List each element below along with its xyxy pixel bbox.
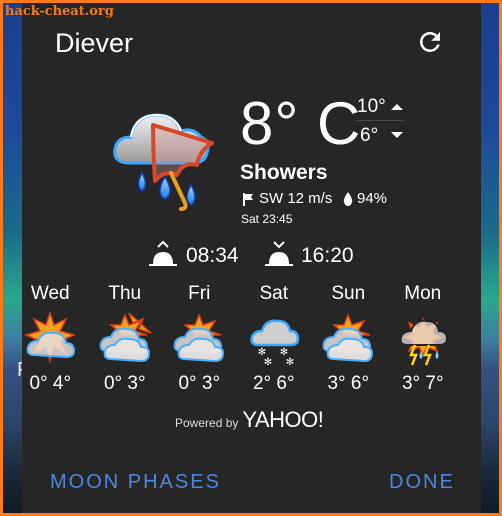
updated-time: Sat 23:45 [241,212,293,226]
humidity-info: 94% [343,190,387,207]
day-name: Wed [30,283,70,304]
partly-cloudy-sun-icon [24,311,77,364]
day-high: 3° [127,373,146,394]
forecast-day: Sun 3° 6° [311,283,386,395]
wind-value: SW 12 m/s [259,190,333,207]
location-title: Diever [55,28,134,58]
forecast-day: Thu 0° 3° [88,283,163,395]
divider [356,120,404,121]
day-temps: 3° 6° [311,373,386,395]
day-temps: 2° 6° [237,373,312,395]
mostly-cloudy-sun-icon [99,312,152,363]
sunset-time: 16:20 [301,244,354,267]
thunderstorm-icon [399,317,448,366]
svg-text:✻: ✻ [286,357,294,367]
forecast-row: Wed 0° 4° Thu 0° 3° Fri 0° 3° Sat ✻ ✻ ✻ … [13,283,493,395]
mostly-cloudy-sun-icon [173,312,225,363]
day-temps: 0° 3° [162,373,237,395]
day-low: 0° [29,373,48,394]
forecast-day: Wed 0° 4° [13,283,88,395]
powered-by-yahoo[interactable]: Powered by YAHOO! [175,407,324,433]
day-high: 6° [276,373,295,394]
day-high: 6° [350,373,370,394]
day-name: Thu [108,283,142,304]
condition-text: Showers [240,161,328,184]
sunset-icon [265,241,293,266]
high-temperature: 10° [357,96,386,117]
arrow-down-icon [391,132,403,138]
arrow-up-icon [391,104,403,110]
watermark: hack-cheat.org [5,4,114,19]
flag-icon [243,192,253,206]
day-low: 0° [103,373,123,394]
mostly-cloudy-sun-icon [322,312,374,363]
sunrise-time: 08:34 [186,244,239,267]
weather-dialog: Diever 8° C 10° 6° Showers SW 12 m/s 94%… [22,3,481,513]
wind-info: SW 12 m/s [241,190,332,207]
humidity-value: 94% [357,190,388,207]
showers-umbrella-icon [113,113,214,211]
water-drop-icon [343,191,353,206]
temperature-value: 8° [240,90,300,157]
forecast-day: Mon 3° 7° [386,283,461,395]
done-button[interactable]: DONE [389,471,455,494]
sunrise-icon [149,240,177,266]
temperature-unit: C [317,90,362,157]
snow-cloud-icon: ✻ ✻ ✻ ✻ [250,319,300,367]
powered-by-label: Powered by [175,416,239,430]
svg-text:✻: ✻ [264,357,272,367]
day-high: 3° [201,373,221,394]
day-temps: 3° 7° [386,373,461,395]
day-low: 2° [252,373,272,394]
day-temps: 0° 3° [88,373,163,395]
moon-phases-button[interactable]: MOON PHASES [50,471,221,494]
forecast-day: Sat ✻ ✻ ✻ ✻ 2° 6° [237,283,312,395]
day-low: 3° [401,373,421,394]
day-temps: 0° 4° [13,373,88,395]
low-temperature: 6° [360,125,379,146]
day-high: 7° [425,373,444,394]
yahoo-logo: YAHOO! [242,407,324,432]
refresh-icon[interactable] [415,27,445,57]
forecast-day: Fri 0° 3° [162,283,237,395]
day-name: Fri [188,283,211,304]
day-high: 4° [52,373,72,394]
current-temperature: 8° C [240,89,361,159]
day-name: Mon [404,283,442,304]
day-low: 0° [178,373,197,394]
day-low: 3° [327,373,346,394]
day-name: Sat [259,283,289,304]
day-name: Sun [331,283,366,304]
